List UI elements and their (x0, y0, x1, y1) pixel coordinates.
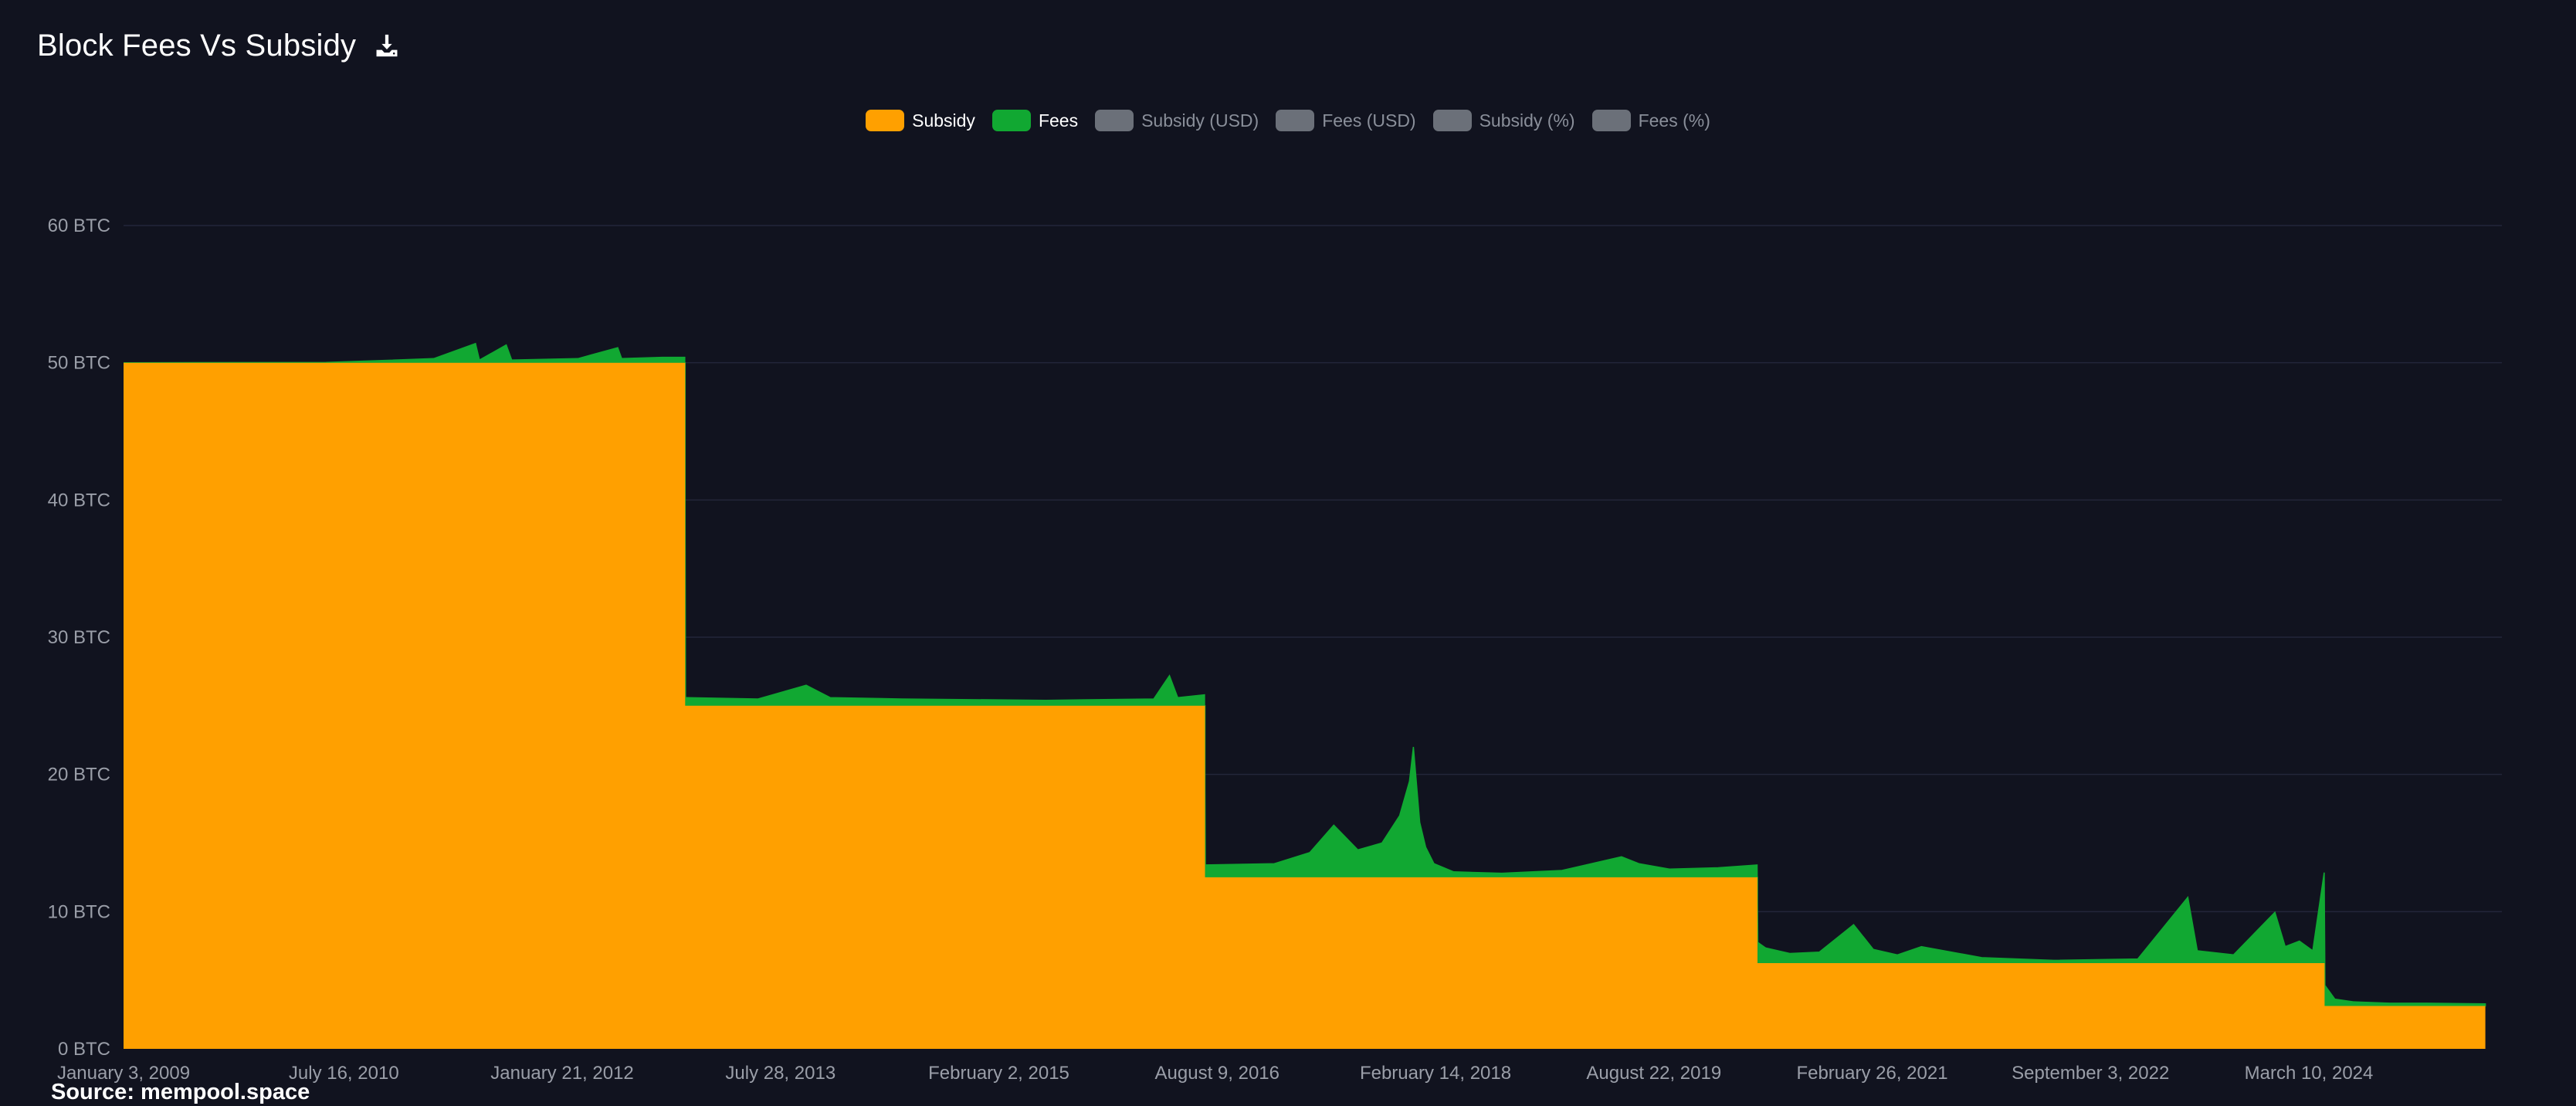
y-tick-label: 20 BTC (48, 765, 110, 785)
x-tick-label: September 3, 2022 (2012, 1063, 2169, 1084)
y-tick-label: 0 BTC (58, 1039, 110, 1060)
x-tick-label: January 21, 2012 (490, 1063, 633, 1084)
area-layer (123, 342, 2486, 1049)
source-note: Source: mempool.space (51, 1080, 310, 1104)
chart-plot: 0 BTC 10 BTC 20 BTC 30 BTC 40 BTC 50 BTC 60 BT… (48, 215, 2502, 1084)
x-axis: January 3, 2009 July 16, 2010 January 21, … (57, 1063, 2373, 1084)
x-tick-label: February 26, 2021 (1796, 1063, 1947, 1084)
x-tick-label: August 9, 2016 (1155, 1063, 1280, 1084)
y-tick-label: 50 BTC (48, 353, 110, 374)
x-tick-label: February 14, 2018 (1360, 1063, 1511, 1084)
x-tick-label: July 28, 2013 (725, 1063, 836, 1084)
y-tick-label: 60 BTC (48, 215, 110, 236)
chart-card: Block Fees Vs Subsidy Subsidy Fees Subsidy… (0, 0, 2576, 1106)
x-tick-label: March 10, 2024 (2245, 1063, 2374, 1084)
x-tick-label: February 2, 2015 (928, 1063, 1069, 1084)
y-tick-label: 40 BTC (48, 490, 110, 511)
series-subsidy-area (124, 362, 2486, 1049)
y-axis: 0 BTC 10 BTC 20 BTC 30 BTC 40 BTC 50 BTC 60 BT… (48, 215, 110, 1060)
y-tick-label: 30 BTC (48, 627, 110, 648)
y-tick-label: 10 BTC (48, 901, 110, 922)
x-tick-label: August 22, 2019 (1586, 1063, 1721, 1084)
